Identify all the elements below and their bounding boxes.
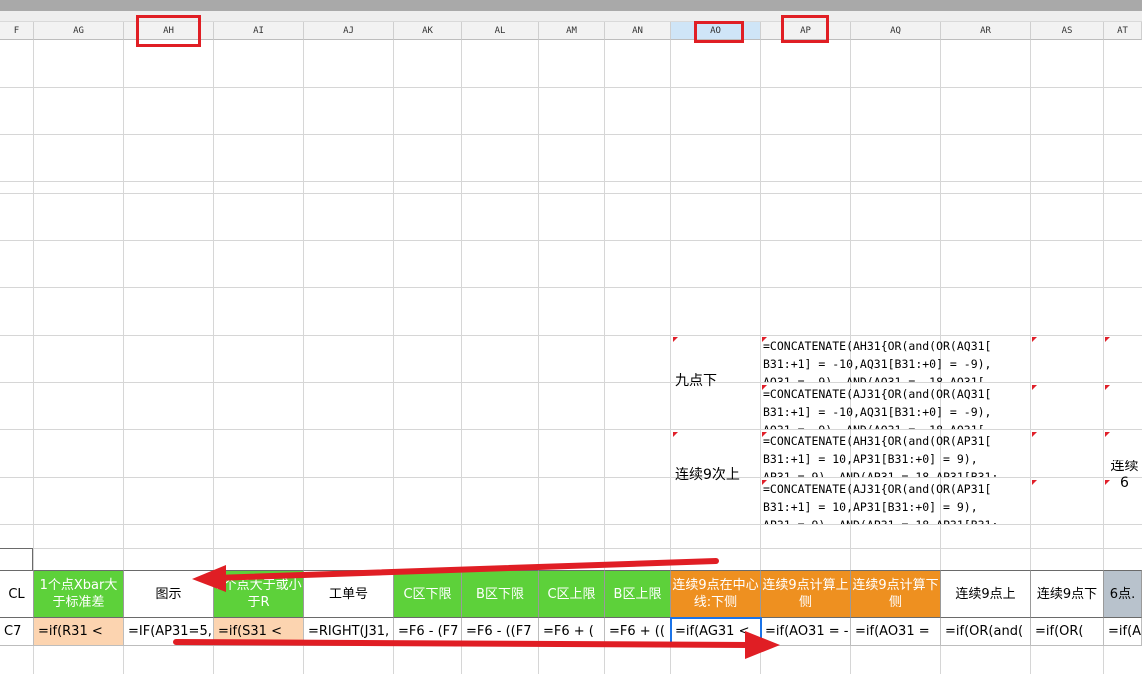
arrow-left-line [212, 558, 719, 581]
arrow-left-head-icon [192, 565, 226, 592]
arrow-right-head-icon [745, 631, 780, 659]
annotation-arrows [173, 558, 780, 659]
arrow-right-line [173, 639, 753, 648]
